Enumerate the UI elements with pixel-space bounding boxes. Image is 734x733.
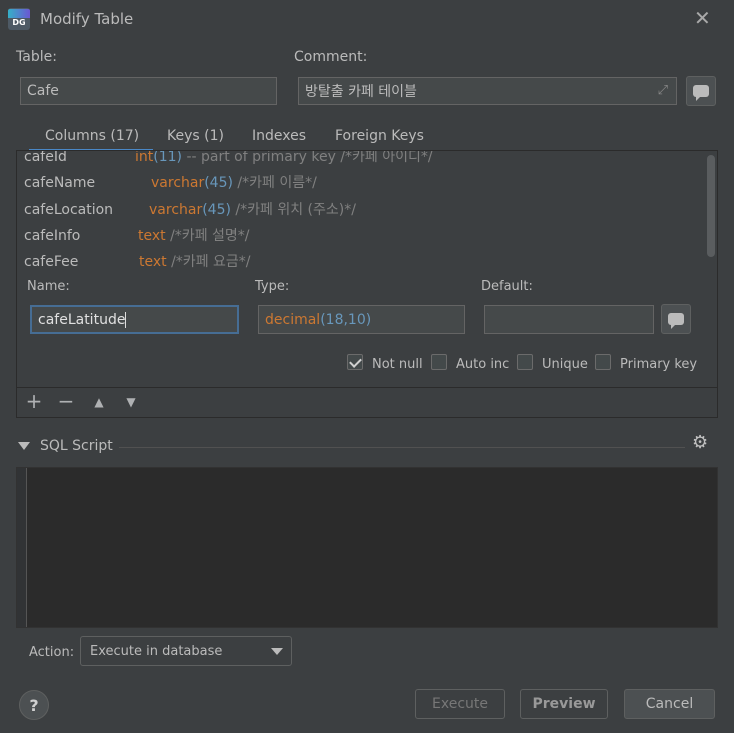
primary-key-checkbox[interactable] [595,354,611,370]
column-type-args: (45) [202,202,231,218]
sql-script-editor[interactable] [16,467,718,628]
tab-columns-label: Columns (17) [28,126,154,152]
comment-bubble-icon [693,85,709,101]
section-divider [119,447,685,448]
sql-script-title: SQL Script [40,438,113,454]
comment-bubble-icon [668,313,684,329]
not-null-label: Not null [372,357,423,372]
column-comment: -- part of primary key /*카페 아이디*/ [186,151,433,165]
column-list-scrollbar[interactable] [707,155,715,257]
column-name-value: cafeLatitude [38,311,126,328]
sql-script-header[interactable]: SQL Script [18,438,113,454]
column-list[interactable]: cafeId int(11) -- part of primary key /*카… [17,151,705,271]
column-type: varchar [149,202,203,218]
tab-keys-label: Keys (1) [167,128,224,144]
column-comment: /*카페 요금*/ [171,254,251,270]
column-type: text [139,254,167,270]
preview-button[interactable]: Preview [520,689,608,719]
tab-keys[interactable]: Keys (1) [167,126,224,152]
column-type-keyword: decimal [265,311,321,328]
column-comment-button[interactable] [661,304,691,334]
chevron-down-icon [271,648,283,655]
action-selected: Execute in database [90,643,223,659]
add-column-icon[interactable]: + [23,389,45,413]
action-label: Action: [29,645,75,660]
column-type-args: (18,10) [320,311,372,328]
name-label: Name: [27,279,70,294]
column-row[interactable]: cafeInfo text /*카페 설명*/ [24,225,250,249]
column-type-args: (11) [153,151,183,165]
column-name: cafeInfo [24,228,81,244]
column-comment: /*카페 이름*/ [237,175,317,191]
column-name: cafeFee [24,254,79,270]
cancel-button[interactable]: Cancel [624,689,715,719]
datagrip-app-icon: DG [8,8,30,30]
column-row[interactable]: cafeId int(11) -- part of primary key /*카… [24,151,433,170]
column-type: text [138,228,166,244]
column-name: cafeLocation [24,202,114,218]
column-type: int [135,151,154,165]
tab-foreign-keys[interactable]: Foreign Keys [335,126,424,152]
column-name: cafeId [24,151,67,165]
column-name-input[interactable]: cafeLatitude [30,305,239,334]
auto-inc-label: Auto inc [456,357,510,372]
execute-button[interactable]: Execute [415,689,505,719]
column-row[interactable]: cafeName varchar(45) /*카페 이름*/ [24,172,317,196]
collapse-triangle-icon[interactable] [18,442,30,450]
remove-column-icon[interactable]: − [55,389,77,413]
column-comment: /*카페 설명*/ [170,228,250,244]
expand-icon[interactable]: ⤢ [658,83,668,98]
sql-gutter [17,468,27,627]
comment-label: Comment: [294,49,368,65]
tab-indexes[interactable]: Indexes [252,126,306,152]
help-button[interactable]: ? [19,690,49,720]
close-icon[interactable]: ✕ [694,6,711,30]
unique-checkbox[interactable] [517,354,533,370]
tab-indexes-label: Indexes [252,128,307,144]
window-title: Modify Table [40,10,134,28]
default-label: Default: [481,279,533,294]
column-row[interactable]: cafeLocation varchar(45) /*카페 위치 (주소)*/ [24,199,356,223]
table-comment-value: 방탈출 카페 테이블 [305,84,417,100]
column-comment: /*카페 위치 (주소)*/ [235,202,356,218]
columns-toolbar: + − ▲ ▼ [17,387,717,417]
move-up-icon[interactable]: ▲ [88,395,110,409]
tab-foreign-keys-label: Foreign Keys [335,128,424,144]
column-default-input[interactable] [484,305,654,334]
column-row[interactable]: cafeFee text /*카페 요금*/ [24,251,251,271]
type-label: Type: [255,279,290,294]
comment-editor-button[interactable] [686,76,716,106]
column-type-args: (45) [204,175,233,191]
not-null-checkbox[interactable] [347,354,363,370]
column-type: varchar [151,175,205,191]
table-comment-input[interactable]: 방탈출 카페 테이블 ⤢ [298,77,677,105]
column-type-input[interactable]: decimal (18,10) [258,305,465,334]
column-name: cafeName [24,175,96,191]
gear-icon[interactable]: ⚙ [692,432,708,453]
table-name-input[interactable]: Cafe [20,77,277,105]
move-down-icon[interactable]: ▼ [120,395,142,409]
tab-columns[interactable]: Columns (17) [28,126,154,152]
auto-inc-checkbox[interactable] [431,354,447,370]
table-label: Table: [16,49,57,65]
action-dropdown[interactable]: Execute in database [80,636,292,666]
unique-label: Unique [542,357,588,372]
primary-key-label: Primary key [620,357,698,372]
columns-panel: cafeId int(11) -- part of primary key /*카… [16,150,718,418]
